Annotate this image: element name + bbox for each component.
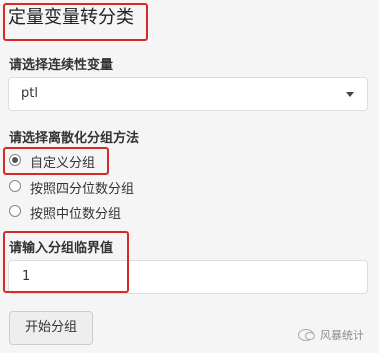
radio-button[interactable]	[9, 205, 21, 217]
select-value: ptl	[21, 86, 38, 101]
chevron-down-icon	[346, 92, 354, 97]
discretize-panel: 定量变量转分类 请选择连续性变量 ptl 请选择离散化分组方法 自定义分组 按照…	[0, 0, 379, 353]
continuous-variable-label: 请选择连续性变量	[9, 58, 114, 73]
wechat-icon	[298, 329, 315, 341]
title-highlight-box	[3, 3, 148, 41]
radio-label: 按照四分位数分组	[30, 182, 135, 197]
radio-label: 按照中位数分组	[30, 207, 122, 222]
threshold-highlight-box	[3, 231, 129, 293]
discretization-method-label: 请选择离散化分组方法	[9, 131, 140, 146]
continuous-variable-select[interactable]: ptl	[8, 77, 368, 111]
watermark-text: 风暴统计	[320, 329, 364, 342]
radio-button[interactable]	[9, 180, 21, 192]
start-grouping-button[interactable]: 开始分组	[9, 311, 93, 345]
custom-option-highlight-box	[3, 147, 109, 175]
